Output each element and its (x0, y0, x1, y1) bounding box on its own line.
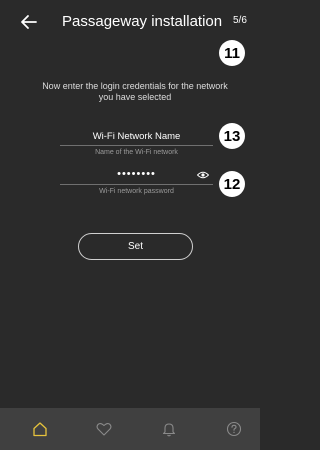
set-button[interactable]: Set (78, 233, 193, 260)
network-name-underline (60, 145, 213, 146)
bell-icon[interactable] (160, 420, 178, 438)
bottom-nav (0, 408, 260, 450)
callout-badge-12: 12 (219, 171, 245, 197)
instructions-text: Now enter the login credentials for the … (42, 81, 228, 102)
callout-badge-11: 11 (219, 40, 245, 66)
home-icon[interactable] (31, 420, 49, 438)
password-underline (60, 184, 213, 185)
page-title: Passageway installation (62, 13, 223, 30)
step-indicator: 5/6 (233, 15, 247, 26)
password-helper: Wi-Fi network password (99, 188, 174, 195)
wifi-credentials-screen: Passageway installation 5/6 11 Now enter… (0, 0, 260, 450)
password-field[interactable]: •••••••• (60, 168, 213, 180)
network-name-field[interactable]: Wi-Fi Network Name (60, 131, 213, 142)
network-name-helper: Name of the Wi-Fi network (95, 149, 178, 156)
eye-icon[interactable] (197, 171, 209, 179)
heart-icon[interactable] (95, 420, 113, 438)
arrow-left-icon[interactable] (19, 12, 39, 32)
callout-badge-13: 13 (219, 123, 245, 149)
help-icon[interactable] (225, 420, 243, 438)
